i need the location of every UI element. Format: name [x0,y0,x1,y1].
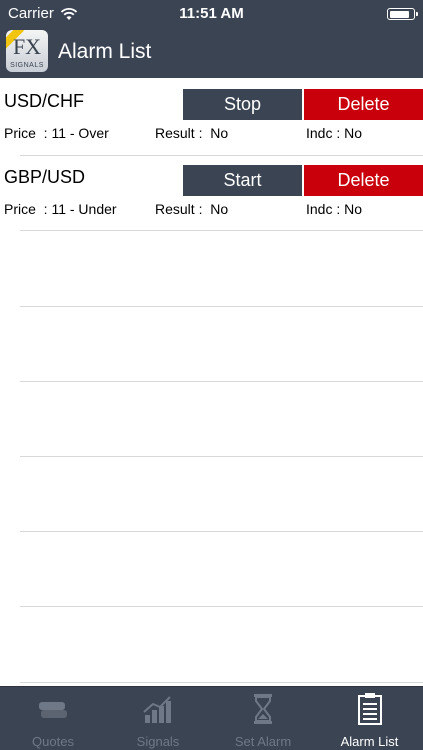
stop-button[interactable]: Stop [183,89,302,120]
delete-button[interactable]: Delete [304,165,423,196]
logo-fx: FX [12,34,42,59]
row-divider [20,381,423,382]
quotes-icon [39,702,67,718]
tab-signals[interactable]: Signals [106,687,210,750]
start-button[interactable]: Start [183,165,302,196]
row-divider [20,606,423,607]
tab-label: Quotes [32,734,74,749]
alarm-list-screen: Carrier 11:51 AM FX SIGNALS Alarm List U… [0,0,423,750]
title-row: FX SIGNALS Alarm List [0,28,423,78]
delete-button[interactable]: Delete [304,89,423,120]
app-logo: FX SIGNALS [6,30,48,72]
alarm-indc: Indc : No [306,201,363,217]
alarm-indc: Indc : No [306,125,363,141]
tab-set-alarm[interactable]: Set Alarm [210,687,316,750]
hourglass-icon [254,694,272,724]
tab-alarm-list[interactable]: Alarm List [316,687,423,750]
app-header: Carrier 11:51 AM FX SIGNALS Alarm List [0,0,423,78]
tab-quotes[interactable]: Quotes [0,687,106,750]
battery-fill [389,10,410,18]
battery-icon [387,8,418,20]
tab-bar: Quotes Signals Set Alarm Alarm List [0,686,423,750]
page-title: Alarm List [58,40,152,63]
logo-signals: SIGNALS [10,62,44,69]
row-divider [20,682,423,683]
alarm-row: GBP/USD Start Delete Price : 11 - Under … [0,155,423,230]
tab-label: Alarm List [340,734,399,749]
row-divider [20,531,423,532]
alarm-row: USD/CHF Stop Delete Price : 11 - Over Re… [0,79,423,154]
alarm-price: Price : 11 - Over [4,125,109,141]
row-divider [20,456,423,457]
status-bar: Carrier 11:51 AM [0,0,423,28]
status-time: 11:51 AM [179,5,244,22]
tab-label: Set Alarm [234,734,292,749]
alarm-pair: USD/CHF [4,91,84,111]
signals-icon [143,696,171,723]
alarm-price: Price : 11 - Under [4,201,117,217]
alarm-result: Result : No [155,125,229,141]
clipboard-icon [357,693,382,725]
alarm-result: Result : No [155,201,229,217]
tab-label: Signals [136,734,180,749]
alarm-pair: GBP/USD [4,167,86,187]
row-divider [20,306,423,307]
row-divider [20,230,423,231]
